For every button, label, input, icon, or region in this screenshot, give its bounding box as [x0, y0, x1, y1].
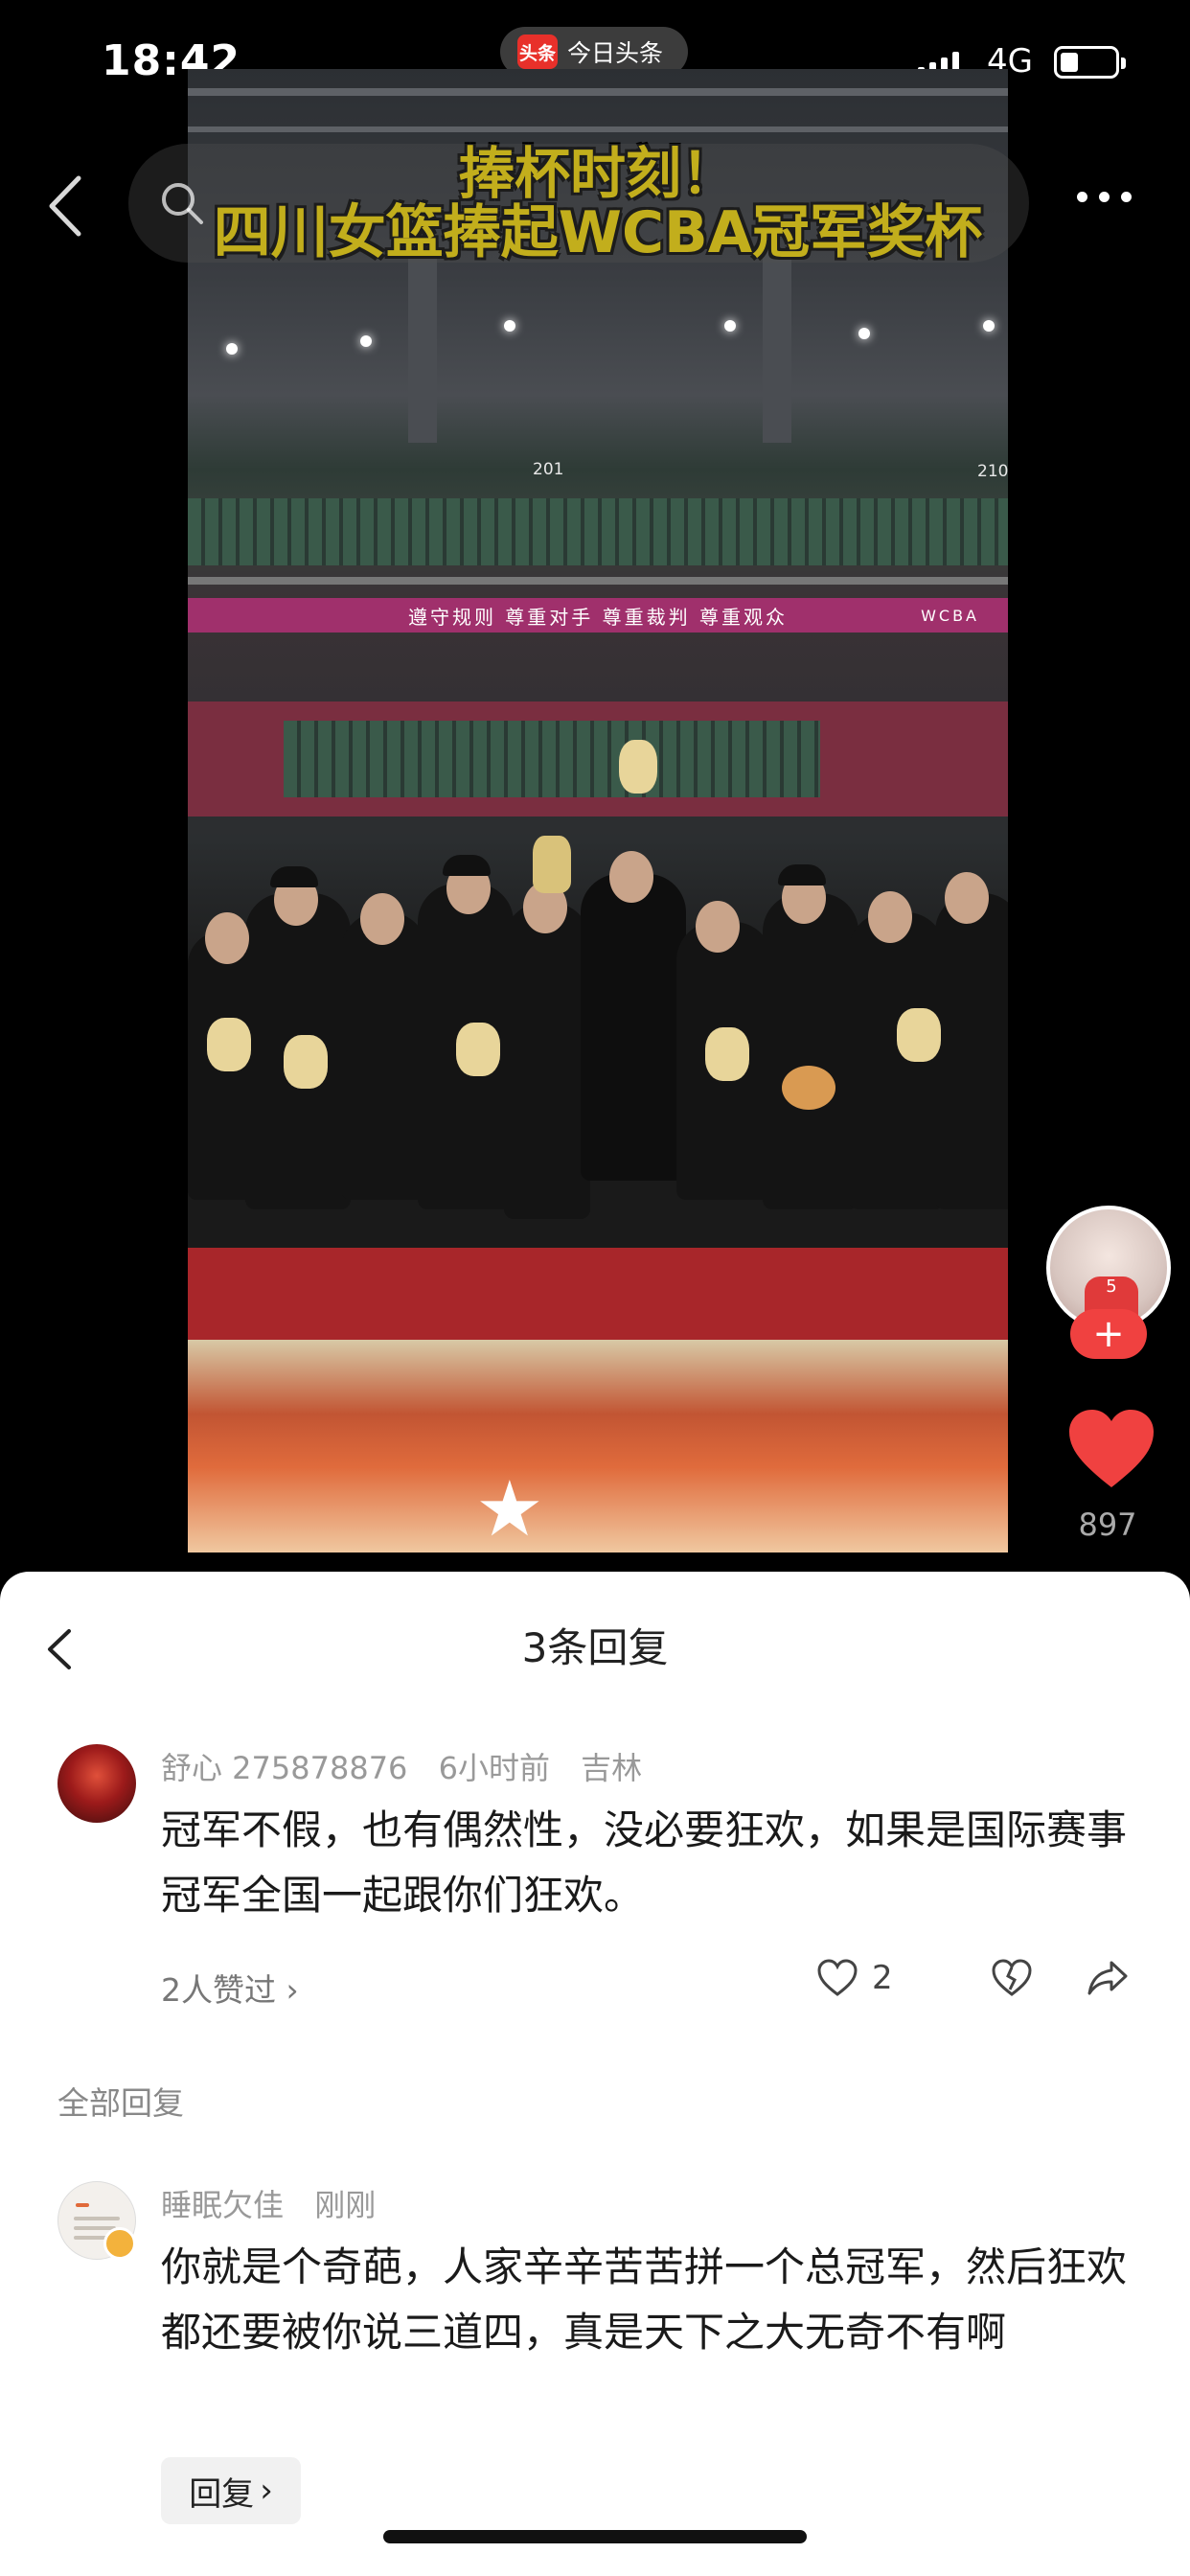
heart-icon[interactable] [1065, 1407, 1157, 1495]
court-floor: ★ [188, 1340, 1008, 1552]
commenter-avatar[interactable] [57, 1744, 136, 1823]
reply-button[interactable]: 回复 › [161, 2457, 301, 2524]
more-options-icon[interactable] [1077, 192, 1132, 202]
podium [188, 1248, 1008, 1340]
app-name: 今日头条 [567, 39, 664, 67]
reply-sheet: 3条回复 舒心 275878876 6小时前 吉林 冠军不假，也有偶然性，没必要… [0, 1572, 1190, 2576]
section-number: 201 [533, 460, 564, 479]
battery-icon [1054, 46, 1126, 79]
likers-link[interactable]: 2人赞过 › [161, 1965, 299, 2011]
comment-like-button[interactable]: 2 [816, 1959, 893, 1997]
search-icon [162, 183, 203, 224]
share-button[interactable] [1087, 1959, 1129, 1997]
share-icon [1087, 1961, 1128, 1995]
all-replies-label: 全部回复 [57, 2084, 184, 2122]
comment-meta: 舒心 275878876 6小时前 吉林 [161, 1744, 663, 1788]
replier-name[interactable]: 睡眠欠佳 [161, 2187, 284, 2223]
verified-badge-icon [103, 2227, 136, 2260]
wcba-logo: WCBA [921, 606, 979, 625]
team-celebration [188, 740, 1008, 1315]
section-number: 210 [977, 462, 1008, 481]
chevron-right-icon: › [286, 1971, 299, 2009]
comment-text: 冠军不假，也有偶然性，没必要狂欢，如果是国际赛事冠军全国一起跟你们狂欢。 [161, 1806, 1128, 1919]
follow-button[interactable]: + [1070, 1309, 1147, 1359]
like-count: 897 [1078, 1506, 1137, 1543]
arena-banner: 遵守规则 尊重对手 尊重裁判 尊重观众 WCBA [188, 598, 1008, 632]
likers-label: 2人赞过 [161, 1971, 276, 2009]
toutiao-logo-icon: 头条 [517, 34, 558, 69]
reply-meta: 睡眠欠佳 刚刚 [161, 2181, 397, 2225]
chevron-left-icon [49, 175, 81, 237]
reply-button-label: 回复 [189, 2474, 255, 2514]
heart-broken-icon [992, 1959, 1032, 1996]
arena-banner-text: 遵守规则 尊重对手 尊重裁判 尊重观众 [407, 605, 789, 629]
comment-like-count: 2 [872, 1959, 893, 1997]
reply-time: 刚刚 [314, 2187, 377, 2223]
back-button[interactable] [46, 172, 94, 240]
sheet-title: 3条回复 [521, 1624, 669, 1671]
comment-location: 吉林 [581, 1750, 643, 1786]
reply-text: 你就是个奇葩，人家辛辛苦苦拼一个总冠军，然后狂欢都还要被你说三道四，真是天下之大… [161, 2243, 1128, 2356]
comment-time: 6小时前 [438, 1750, 550, 1786]
dislike-button[interactable] [991, 1959, 1033, 1997]
home-indicator[interactable] [383, 2530, 807, 2543]
heart-outline-icon [817, 1959, 858, 1996]
search-bar[interactable] [128, 144, 1029, 263]
video-player[interactable]: 捧杯时刻！ 四川女篮捧起WCBA冠军奖杯 201 210 遵守规则 尊重对手 尊… [188, 69, 1008, 1552]
chevron-right-icon: › [260, 2472, 273, 2510]
commenter-name[interactable]: 舒心 275878876 [161, 1750, 407, 1786]
